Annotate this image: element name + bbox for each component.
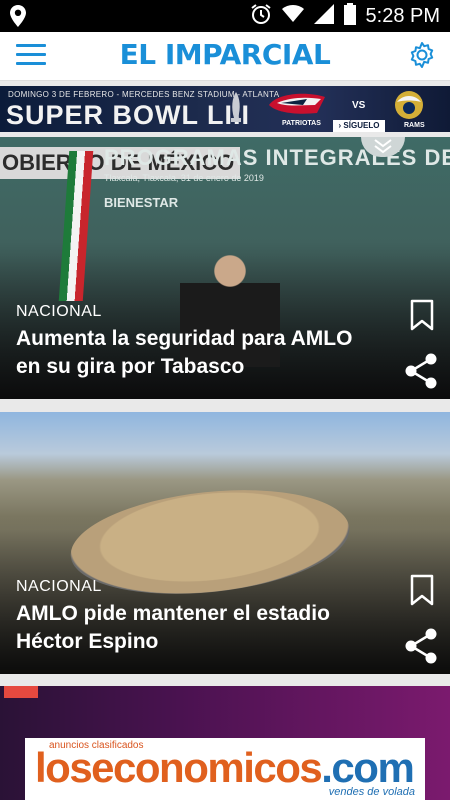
article-photo-stadium: [65, 477, 355, 607]
image-sign-subtext: Tlaxcala, Tlaxcala, 31 de enero de 2019: [104, 173, 264, 183]
image-sign-brand: BIENESTAR: [104, 195, 179, 210]
article-card[interactable]: NACIONAL AMLO pide mantener el estadio H…: [0, 412, 450, 674]
follow-button[interactable]: › SÍGUELO: [333, 120, 385, 132]
ad-brand-tld: .com: [321, 744, 415, 791]
super-bowl-banner[interactable]: DOMINGO 3 DE FEBRERO - MERCEDES BENZ STA…: [0, 86, 450, 132]
team2-label: RAMS: [404, 122, 425, 129]
gear-icon[interactable]: [408, 41, 436, 74]
share-icon[interactable]: [404, 628, 438, 669]
team1-label: PATRIOTAS: [282, 120, 321, 127]
wifi-icon: [281, 4, 304, 29]
battery-icon: [343, 2, 356, 30]
article-photo-logo: [4, 686, 38, 698]
ad-tagline: vendes de volada: [328, 786, 415, 798]
app-title: EL IMPARCIAL: [119, 38, 331, 71]
signal-icon: [313, 3, 334, 29]
app-header: EL IMPARCIAL: [0, 32, 450, 81]
article-headline[interactable]: Aumenta la seguridad para AMLO en su gir…: [16, 325, 380, 381]
patriots-helmet-icon: [269, 93, 325, 114]
ad-brand: loseconomicos.com: [35, 744, 415, 792]
ad-brand-main: loseconomicos: [35, 744, 323, 791]
banner-vs: VS: [352, 100, 366, 111]
bookmark-icon[interactable]: [410, 299, 434, 336]
status-bar: 5:28 PM: [0, 0, 450, 32]
status-time: 5:28 PM: [365, 4, 440, 27]
rams-helmet-icon: [395, 91, 423, 119]
article-category: NACIONAL: [16, 303, 102, 320]
share-icon[interactable]: [404, 353, 438, 394]
classifieds-ad[interactable]: anuncios clasificados loseconomicos.com …: [25, 738, 425, 800]
article-headline[interactable]: AMLO pide mantener el estadio Héctor Esp…: [16, 600, 380, 656]
alarm-icon: [250, 3, 272, 30]
location-icon: [10, 5, 26, 32]
trophy-icon: [231, 92, 241, 122]
article-card[interactable]: OBIERNO DE MÉXICO PROGRAMAS INTEGRALES D…: [0, 137, 450, 399]
article-category: NACIONAL: [16, 578, 102, 595]
bookmark-icon[interactable]: [410, 574, 434, 611]
banner-title: SUPER BOWL LIII: [6, 100, 251, 130]
